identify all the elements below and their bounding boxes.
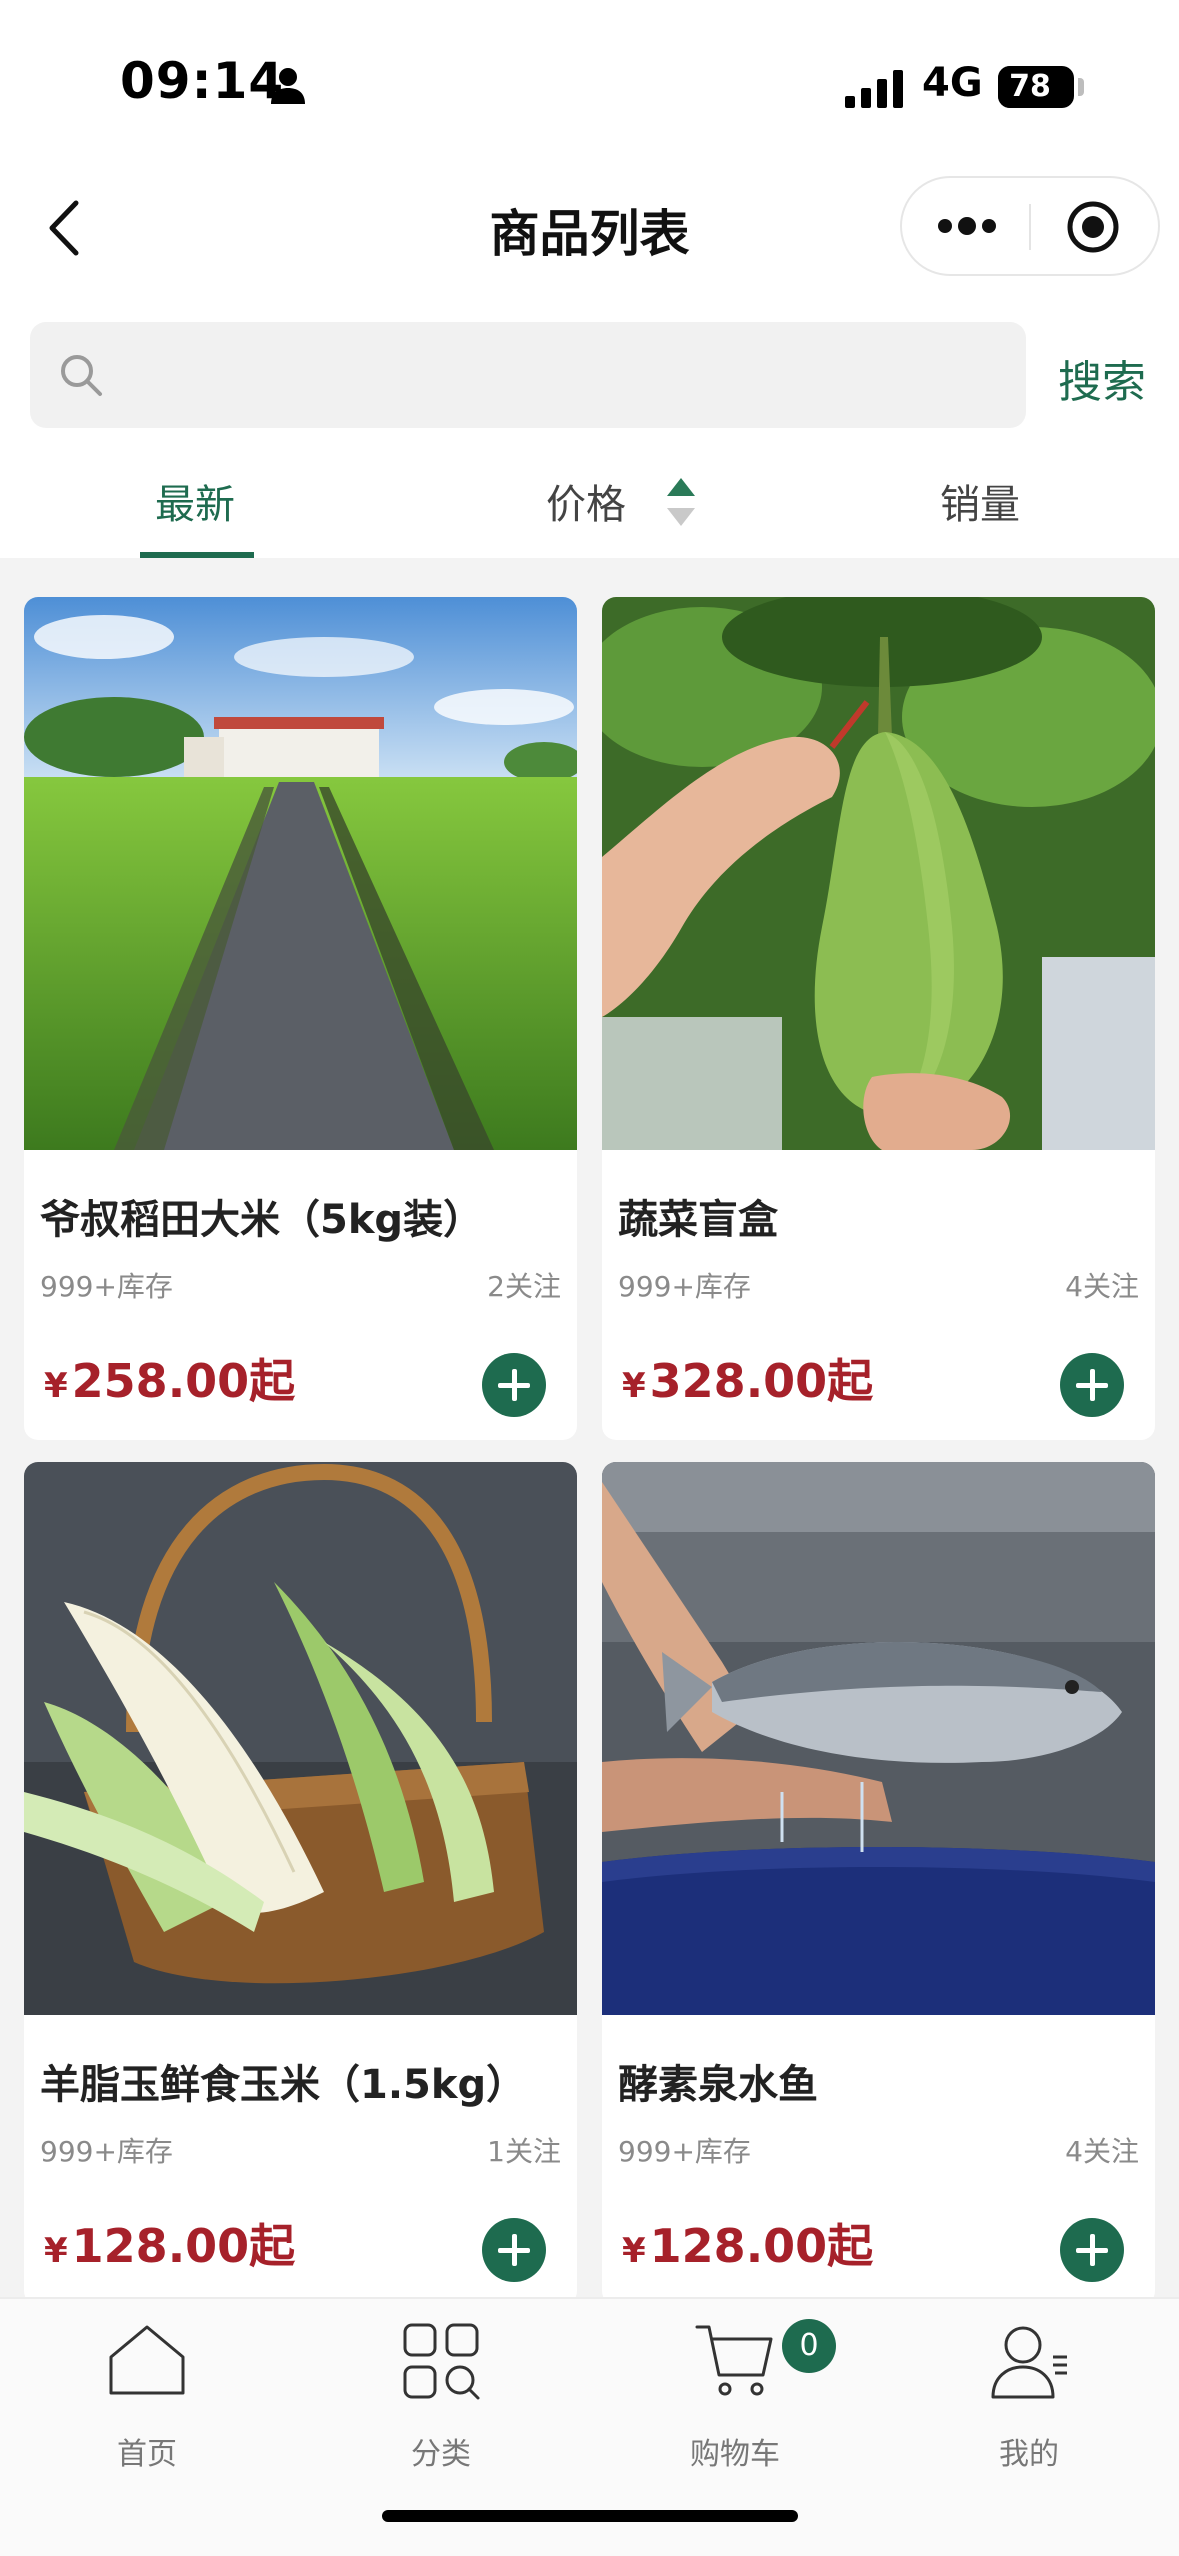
battery-tip <box>1078 78 1084 96</box>
mini-program-capsule <box>900 176 1160 276</box>
product-follows: 2关注 <box>487 1270 561 1303</box>
search-icon <box>61 355 102 396</box>
tabbar-label-home: 首页 <box>117 2437 177 2472</box>
tabbar-item-home[interactable]: 首页 <box>0 2299 294 2479</box>
price-value: 328.00起 <box>649 1354 874 1408</box>
product-stock: 999+库存 <box>40 2135 173 2168</box>
product-image-rice-paddy[interactable] <box>24 597 577 1150</box>
product-image-fish[interactable] <box>602 1462 1155 2015</box>
currency-symbol: ¥ <box>44 2231 68 2271</box>
product-price: ¥128.00起 <box>622 2210 873 2276</box>
cart-count-badge: 0 <box>782 2319 836 2373</box>
add-to-cart-button[interactable] <box>482 1353 546 1417</box>
tab-latest[interactable]: 最新 <box>155 472 235 530</box>
more-dots-icon[interactable] <box>932 210 1002 242</box>
capsule-divider <box>1029 204 1031 250</box>
product-stock: 999+库存 <box>40 1270 173 1303</box>
status-time: 09:14 <box>120 52 285 110</box>
price-value: 258.00起 <box>71 1354 296 1408</box>
shopping-cart-icon <box>695 2325 773 2396</box>
add-to-cart-button[interactable] <box>482 2218 546 2282</box>
person-icon <box>271 68 305 104</box>
add-to-cart-button[interactable] <box>1060 1353 1124 1417</box>
price-value: 128.00起 <box>649 2219 874 2273</box>
cellular-signal-icon <box>845 70 903 108</box>
product-price: ¥128.00起 <box>44 2210 295 2276</box>
tabbar-label-category: 分类 <box>411 2437 471 2472</box>
product-name: 酵素泉水鱼 <box>618 2062 818 2108</box>
search-box <box>30 322 1026 428</box>
tab-sales[interactable]: 销量 <box>940 472 1020 530</box>
product-image-white-corn[interactable] <box>24 1462 577 2015</box>
product-follows: 1关注 <box>487 2135 561 2168</box>
battery-percentage: 78 <box>1009 69 1051 104</box>
product-name: 羊脂玉鲜食玉米（1.5kg） <box>40 2062 527 2108</box>
product-card[interactable]: 爷叔稻田大米（5kg装） 999+库存 2关注 ¥258.00起 <box>24 597 577 1440</box>
active-tab-underline <box>140 552 254 558</box>
product-card[interactable]: 蔬菜盲盒 999+库存 4关注 ¥328.00起 <box>602 597 1155 1440</box>
currency-symbol: ¥ <box>44 1366 68 1406</box>
tabbar-item-category[interactable]: 分类 <box>294 2299 588 2479</box>
product-stock: 999+库存 <box>618 2135 751 2168</box>
product-price: ¥258.00起 <box>44 1345 295 1411</box>
user-profile-icon <box>991 2326 1067 2399</box>
close-target-icon[interactable] <box>1066 200 1120 254</box>
network-type: 4G <box>922 60 983 106</box>
product-name: 爷叔稻田大米（5kg装） <box>40 1197 484 1243</box>
product-follows: 4关注 <box>1065 2135 1139 2168</box>
add-to-cart-button[interactable] <box>1060 2218 1124 2282</box>
home-icon <box>109 2325 185 2395</box>
product-card[interactable]: 羊脂玉鲜食玉米（1.5kg） 999+库存 1关注 ¥128.00起 <box>24 1462 577 2305</box>
search-input[interactable] <box>126 322 1006 428</box>
tabbar-item-cart[interactable]: 0 购物车 <box>588 2299 882 2479</box>
category-grid-icon <box>403 2323 480 2400</box>
currency-symbol: ¥ <box>622 1366 646 1406</box>
product-price: ¥328.00起 <box>622 1345 873 1411</box>
product-image-winter-melon[interactable] <box>602 597 1155 1150</box>
product-name: 蔬菜盲盒 <box>618 1197 778 1243</box>
battery-icon: 78 <box>998 66 1074 108</box>
currency-symbol: ¥ <box>622 2231 646 2271</box>
tab-price[interactable]: 价格 <box>546 472 626 530</box>
product-stock: 999+库存 <box>618 1270 751 1303</box>
search-button[interactable]: 搜索 <box>1058 346 1146 410</box>
price-value: 128.00起 <box>71 2219 296 2273</box>
tabbar-label-cart: 购物车 <box>690 2437 780 2472</box>
tabbar-label-mine: 我的 <box>999 2437 1059 2472</box>
home-indicator <box>382 2510 798 2522</box>
status-bar: 09:14 4G 78 <box>0 0 1179 170</box>
tabbar-item-mine[interactable]: 我的 <box>882 2299 1176 2479</box>
product-follows: 4关注 <box>1065 1270 1139 1303</box>
sort-arrows-icon[interactable] <box>664 476 698 528</box>
product-card[interactable]: 酵素泉水鱼 999+库存 4关注 ¥128.00起 <box>602 1462 1155 2305</box>
